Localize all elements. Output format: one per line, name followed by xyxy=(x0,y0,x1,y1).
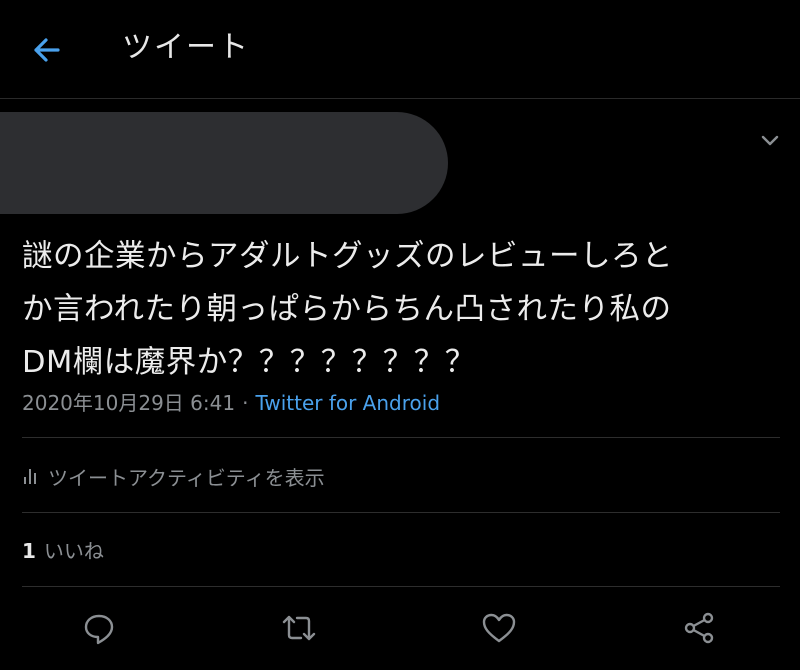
like-count: 1 xyxy=(22,539,36,563)
likes-summary[interactable]: 1 いいね xyxy=(22,535,104,567)
heart-icon xyxy=(482,613,516,643)
tweet-text: 謎の企業からアダルトグッズのレビューしろと か言われたり朝っぱらからちん凸されたり… xyxy=(22,230,782,389)
reply-icon xyxy=(84,614,114,645)
tweet-text-line: 謎の企業からアダルトグッズのレビューしろと xyxy=(22,239,673,274)
tweet-text-line: か言われたり朝っぱらからちん凸されたり私の xyxy=(22,292,672,327)
arrow-left-icon xyxy=(34,38,60,62)
divider xyxy=(22,512,780,513)
share-icon xyxy=(684,612,714,644)
reply-button[interactable] xyxy=(79,608,119,648)
tweet-meta: 2020年10月29日 6:41 · Twitter for Android xyxy=(22,388,440,418)
tweet-activity-label: ツイートアクティビティを表示 xyxy=(48,465,325,490)
source-link[interactable]: Twitter for Android xyxy=(255,391,440,415)
chevron-down-icon xyxy=(761,135,779,146)
meta-separator: · xyxy=(242,391,249,415)
retweet-icon xyxy=(282,615,316,641)
timestamp: 2020年10月29日 6:41 xyxy=(22,391,236,415)
tweet-text-line: DM欄は魔界か？？？？？？？？ xyxy=(22,345,476,380)
back-button[interactable] xyxy=(24,28,68,72)
like-button[interactable] xyxy=(479,608,519,648)
header-divider xyxy=(0,98,800,99)
redacted-author-block xyxy=(0,112,448,214)
share-button[interactable] xyxy=(679,608,719,648)
tweet-activity-link[interactable]: ツイートアクティビティを表示 xyxy=(22,460,325,492)
page-title: ツイート xyxy=(122,30,250,65)
divider xyxy=(22,437,780,438)
tweet-menu-button[interactable] xyxy=(756,128,784,152)
divider xyxy=(22,586,780,587)
retweet-button[interactable] xyxy=(279,608,319,648)
bar-chart-icon xyxy=(24,468,36,484)
like-label: いいね xyxy=(43,539,104,563)
